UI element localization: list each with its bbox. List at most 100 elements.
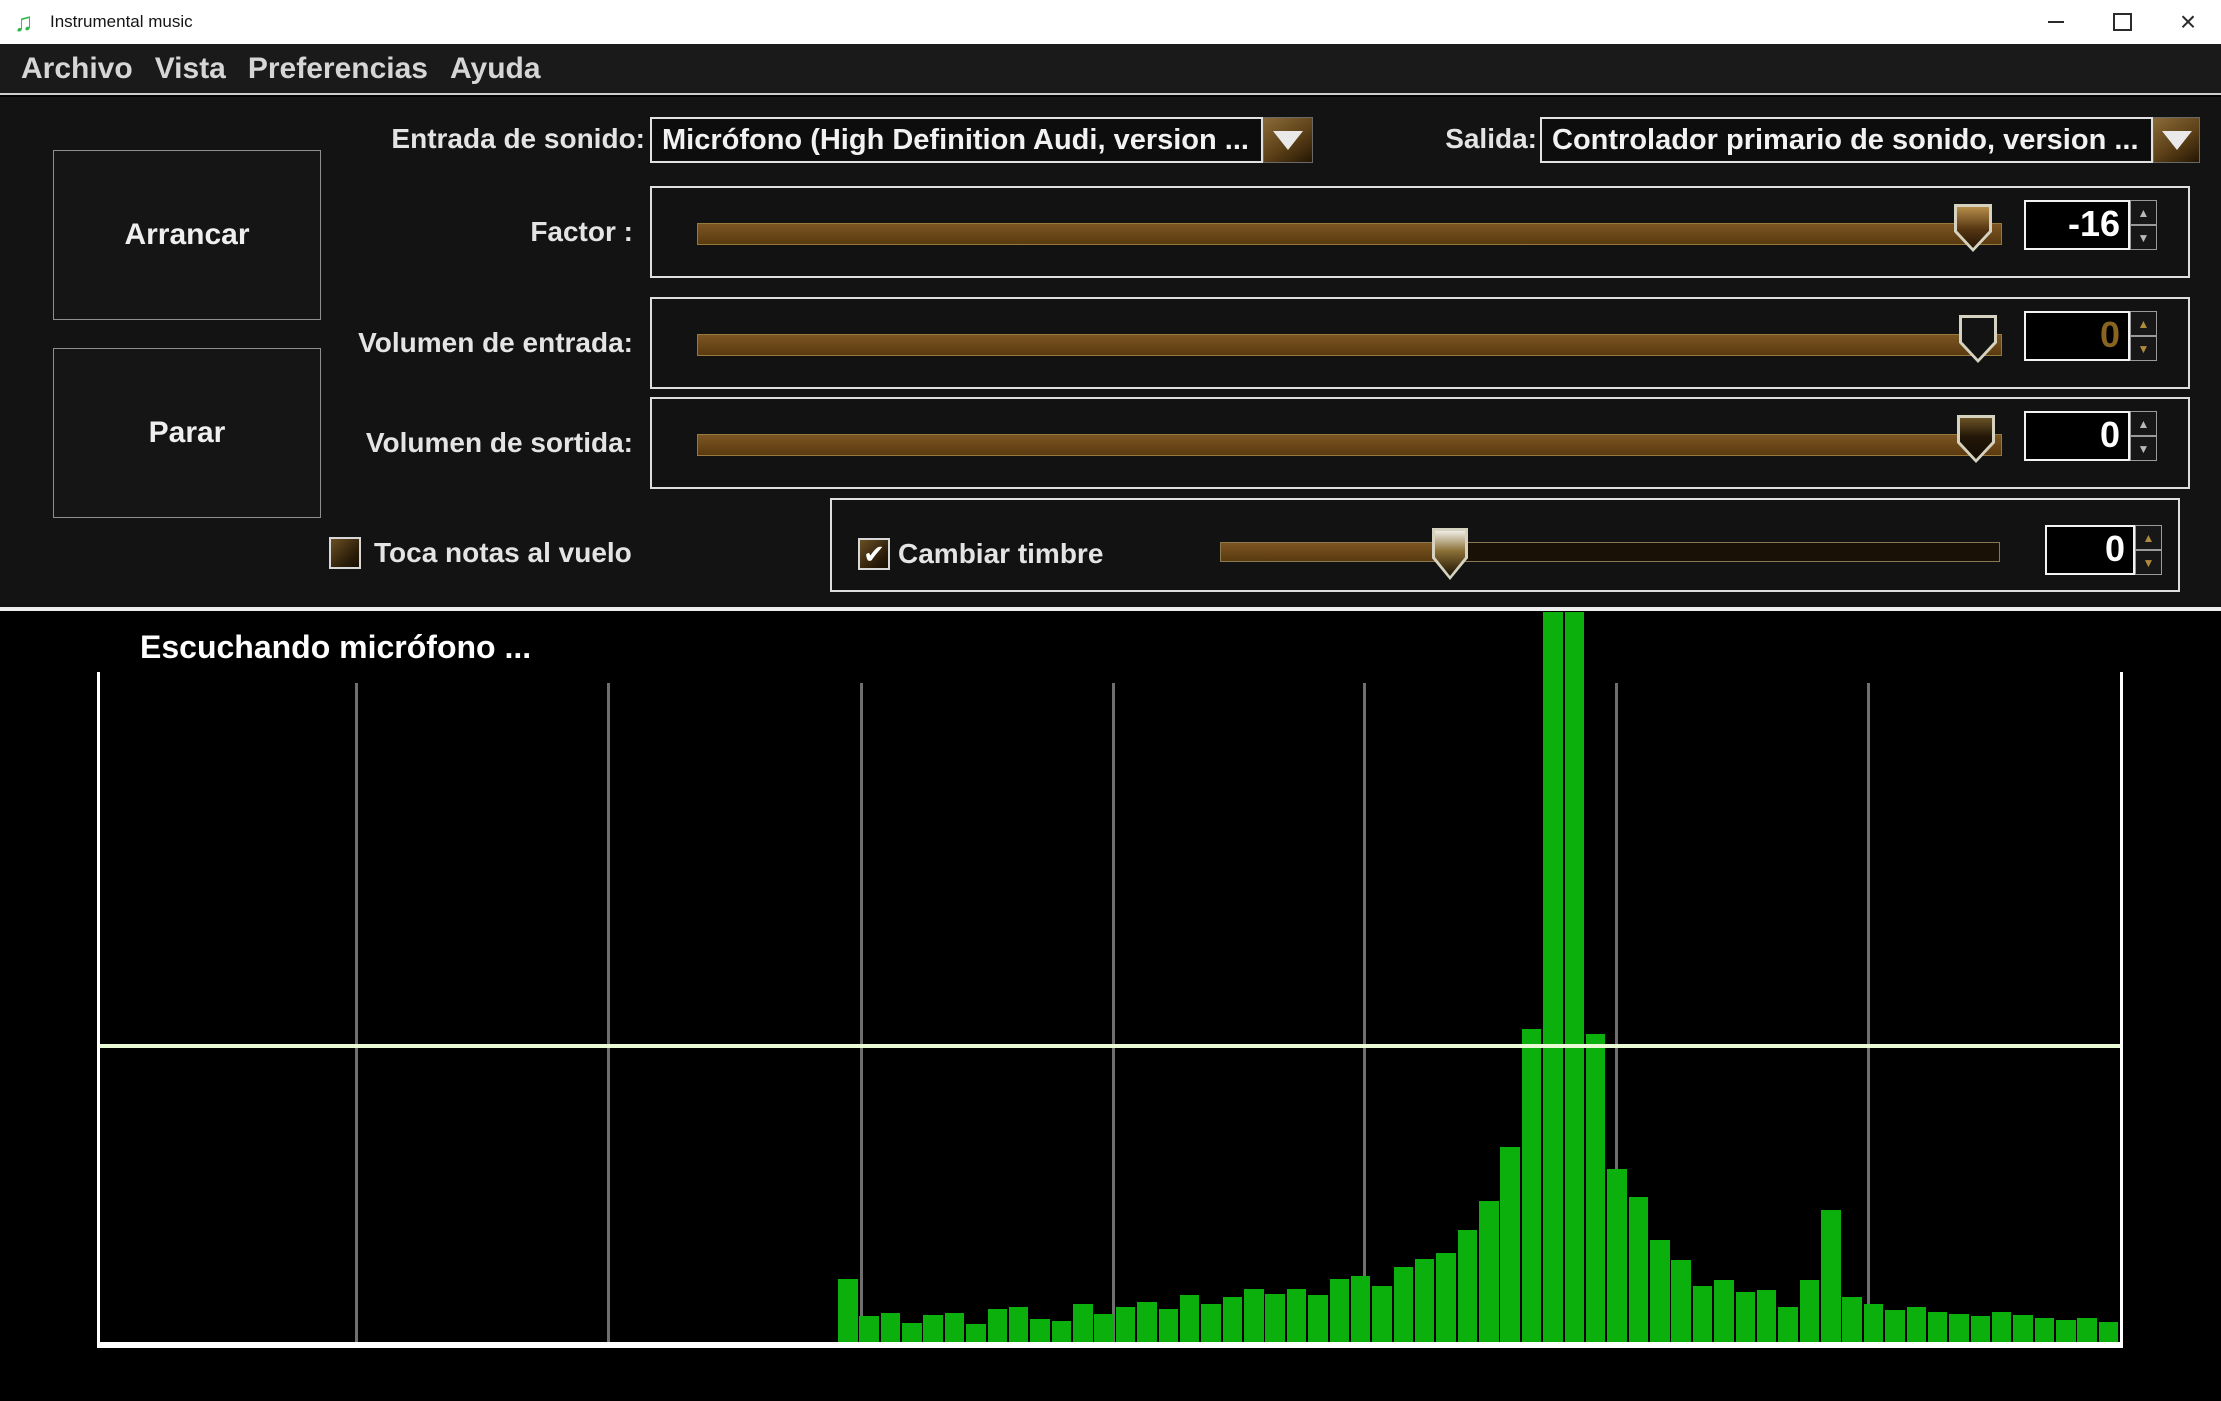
triangle-down-icon: ▼ — [2138, 232, 2150, 244]
spectrum-bar — [1137, 1302, 1157, 1342]
timbre-spinner: ▲ ▼ — [2135, 525, 2162, 575]
factor-slider-track[interactable] — [697, 223, 2002, 245]
spin-up-button[interactable]: ▲ — [2130, 311, 2157, 336]
input-volume-slider-track[interactable] — [697, 334, 2002, 356]
gridline — [355, 683, 358, 1342]
output-volume-label: Volumen de sortida: — [250, 423, 633, 463]
spectrum-bar — [881, 1313, 901, 1342]
spectrum-bar — [1671, 1260, 1691, 1342]
menu-bar: Archivo Vista Preferencias Ayuda — [0, 44, 2221, 95]
close-button[interactable]: × — [2155, 0, 2221, 44]
spin-up-button[interactable]: ▲ — [2130, 200, 2157, 225]
output-volume-slider-track[interactable] — [697, 434, 2002, 456]
spectrum-bar — [1351, 1276, 1371, 1342]
spectrum-bar — [1223, 1297, 1243, 1342]
timbre-slider-handle[interactable] — [1432, 528, 1468, 580]
input-volume-row: 0 ▲ ▼ — [650, 297, 2190, 389]
spectrum-bar — [1052, 1321, 1072, 1342]
spectrum-bar — [1693, 1286, 1713, 1342]
maximize-button[interactable] — [2089, 0, 2155, 44]
factor-value-input[interactable]: -16 — [2024, 200, 2130, 250]
timbre-label: Cambiar timbre — [898, 534, 1103, 574]
chart-left-axis — [97, 672, 100, 1348]
gridline — [1363, 683, 1366, 1342]
timbre-checkbox[interactable]: ✔ — [858, 538, 890, 570]
spin-up-button[interactable]: ▲ — [2130, 411, 2157, 436]
triangle-down-icon: ▼ — [2138, 343, 2150, 355]
timbre-value-input[interactable]: 0 — [2045, 525, 2135, 575]
menu-archivo[interactable]: Archivo — [10, 52, 144, 86]
spectrum-bar — [1928, 1312, 1948, 1342]
spectrum-bar — [838, 1279, 858, 1342]
menu-vista[interactable]: Vista — [144, 52, 237, 86]
maximize-icon — [2113, 13, 2132, 31]
spectrum-bar — [2077, 1318, 2097, 1342]
output-volume-value-input[interactable]: 0 — [2024, 411, 2130, 461]
spectrum-bar — [1714, 1280, 1734, 1342]
minimize-button[interactable] — [2023, 0, 2089, 44]
spectrum-bar — [2056, 1320, 2076, 1342]
spin-down-button[interactable]: ▼ — [2130, 225, 2157, 250]
title-bar: ♫ Instrumental music × — [0, 0, 2221, 44]
spectrum-bar — [2099, 1322, 2119, 1342]
chevron-down-icon — [1273, 131, 1303, 150]
chevron-down-icon — [2162, 131, 2192, 150]
triangle-up-icon: ▲ — [2143, 532, 2155, 544]
triangle-up-icon: ▲ — [2138, 418, 2150, 430]
output-device-dropdown-button[interactable] — [2153, 117, 2200, 163]
spectrum-bar — [1586, 1034, 1606, 1342]
spectrum-bar — [1543, 612, 1563, 1342]
spectrum-bar — [1629, 1197, 1649, 1342]
spin-up-button[interactable]: ▲ — [2135, 525, 2162, 550]
spectrum-bar — [1458, 1230, 1478, 1342]
spectrum-bar — [1949, 1314, 1969, 1342]
factor-row: -16 ▲ ▼ — [650, 186, 2190, 278]
spectrum-bar — [988, 1309, 1008, 1342]
spectrum-bar — [1073, 1304, 1093, 1342]
timbre-group: ✔ Cambiar timbre 0 ▲ ▼ — [830, 498, 2180, 592]
spin-down-button[interactable]: ▼ — [2130, 436, 2157, 461]
triangle-up-icon: ▲ — [2138, 318, 2150, 330]
gridline — [607, 683, 610, 1342]
gridline — [860, 683, 863, 1342]
input-device-dropdown[interactable]: Micrófono (High Definition Audi, version… — [650, 117, 1263, 163]
spectrum-bar — [1736, 1292, 1756, 1342]
spin-down-button[interactable]: ▼ — [2130, 336, 2157, 361]
spin-down-button[interactable]: ▼ — [2135, 550, 2162, 575]
spectrum-bar — [1372, 1286, 1392, 1342]
input-device-label: Entrada de sonido: — [300, 117, 645, 161]
spectrum-bar — [1265, 1294, 1285, 1342]
spectrum-bar — [1030, 1319, 1050, 1342]
play-notes-checkbox[interactable] — [329, 537, 361, 569]
output-volume-row: 0 ▲ ▼ — [650, 397, 2190, 489]
threshold-line — [100, 1044, 2120, 1048]
spectrum-bar — [2013, 1315, 2033, 1342]
spectrum-bar — [1394, 1267, 1414, 1342]
spectrum-bar — [1180, 1295, 1200, 1342]
triangle-down-icon: ▼ — [2143, 557, 2155, 569]
spectrum-bar — [966, 1324, 986, 1342]
output-device-label: Salida: — [1385, 117, 1537, 161]
output-volume-spinner: ▲ ▼ — [2130, 411, 2157, 461]
spectrum-bar — [1650, 1240, 1670, 1342]
spectrum-bar — [1757, 1290, 1777, 1342]
menu-preferencias[interactable]: Preferencias — [237, 52, 439, 86]
triangle-up-icon: ▲ — [2138, 207, 2150, 219]
spectrum-bar — [1244, 1289, 1264, 1342]
timbre-slider-track[interactable] — [1220, 542, 2000, 562]
spectrum-bar — [859, 1316, 879, 1342]
spectrum-bar — [1116, 1307, 1136, 1342]
input-device-dropdown-button[interactable] — [1263, 117, 1313, 163]
checkmark-icon: ✔ — [863, 540, 885, 568]
spectrum-bar — [1778, 1307, 1798, 1342]
input-volume-spinner: ▲ ▼ — [2130, 311, 2157, 361]
menu-ayuda[interactable]: Ayuda — [439, 52, 552, 86]
play-notes-label: Toca notas al vuelo — [374, 533, 632, 573]
factor-label: Factor : — [250, 212, 633, 252]
triangle-down-icon: ▼ — [2138, 443, 2150, 455]
spectrum-bar — [2035, 1318, 2055, 1342]
spectrum-bar — [1287, 1289, 1307, 1342]
output-device-dropdown[interactable]: Controlador primario de sonido, version … — [1540, 117, 2153, 163]
input-volume-value-input[interactable]: 0 — [2024, 311, 2130, 361]
spectrum-bar — [1821, 1210, 1841, 1342]
